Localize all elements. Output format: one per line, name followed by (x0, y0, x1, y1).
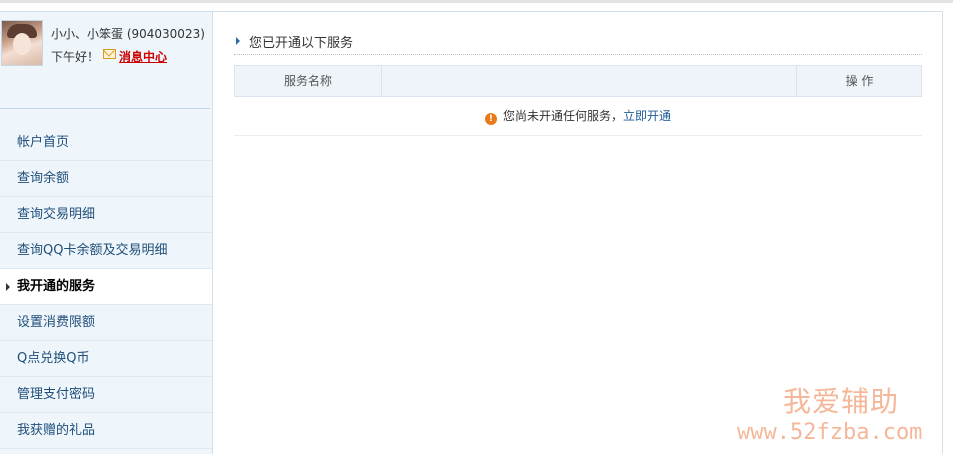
avatar-face (13, 33, 31, 55)
user-info: 小小、小笨蛋 (904030023) 下午好！ 消息中心 (0, 12, 212, 108)
sidebar-item-transactions[interactable]: 查询交易明细 (0, 197, 212, 233)
sidebar-item-label: 管理支付密码 (17, 387, 96, 402)
mail-icon (103, 49, 116, 59)
column-header-actions: 操 作 (796, 66, 922, 96)
top-border (0, 0, 953, 3)
section-title: 您已开通以下服务 (249, 36, 354, 51)
sidebar-item-gifts[interactable]: 我获赠的礼品 (0, 413, 212, 449)
sidebar-item-balance[interactable]: 查询余额 (0, 161, 212, 197)
table-row: ! 您尚未开通任何服务，立即开通 (234, 97, 922, 136)
sidebar-item-my-services[interactable]: 我开通的服务 (0, 269, 212, 305)
sidebar-item-label: Q点兑换Q币 (17, 351, 90, 366)
active-arrow-icon (6, 283, 10, 291)
message-center-link[interactable]: 消息中心 (119, 48, 167, 65)
avatar[interactable] (1, 20, 43, 66)
sidebar-item-label: 查询余额 (17, 171, 70, 186)
sidebar-item-label: 查询QQ卡余额及交易明细 (17, 243, 168, 258)
warning-icon: ! (484, 113, 497, 125)
sidebar-item-label: 我获赠的礼品 (17, 423, 96, 438)
sidebar-item-account-home[interactable]: 帐户首页 (0, 125, 212, 161)
sidebar-item-qq-card[interactable]: 查询QQ卡余额及交易明细 (0, 233, 212, 269)
sidebar-item-label: 帐户首页 (17, 135, 70, 150)
column-header-service-name: 服务名称 (235, 66, 382, 96)
sidebar-item-label: 我开通的服务 (17, 279, 96, 294)
sidebar-nav: 帐户首页 查询余额 查询交易明细 查询QQ卡余额及交易明细 我开通的服务 设置消… (0, 125, 212, 449)
dotted-divider (234, 54, 922, 55)
sidebar-item-q-exchange[interactable]: Q点兑换Q币 (0, 341, 212, 377)
section-arrow-icon (236, 37, 240, 45)
sidebar-item-label: 设置消费限额 (17, 315, 96, 330)
open-now-link[interactable]: 立即开通 (623, 109, 671, 123)
user-name: 小小、小笨蛋 (904030023) (51, 27, 205, 41)
divider (0, 108, 210, 109)
sidebar-item-label: 查询交易明细 (17, 207, 96, 222)
greeting-text: 下午好！ (51, 50, 100, 64)
table-header: 服务名称 操 作 (234, 65, 922, 97)
watermark-url: www.52fzba.com (737, 420, 923, 445)
empty-message: 您尚未开通任何服务， (502, 109, 623, 123)
watermark-text: 我爱辅助 (783, 385, 900, 418)
sidebar-item-payment-password[interactable]: 管理支付密码 (0, 377, 212, 413)
sidebar-item-spending-limit[interactable]: 设置消费限额 (0, 305, 212, 341)
sidebar: 小小、小笨蛋 (904030023) 下午好！ 消息中心 帐户首页 查询余额 查… (0, 12, 213, 454)
